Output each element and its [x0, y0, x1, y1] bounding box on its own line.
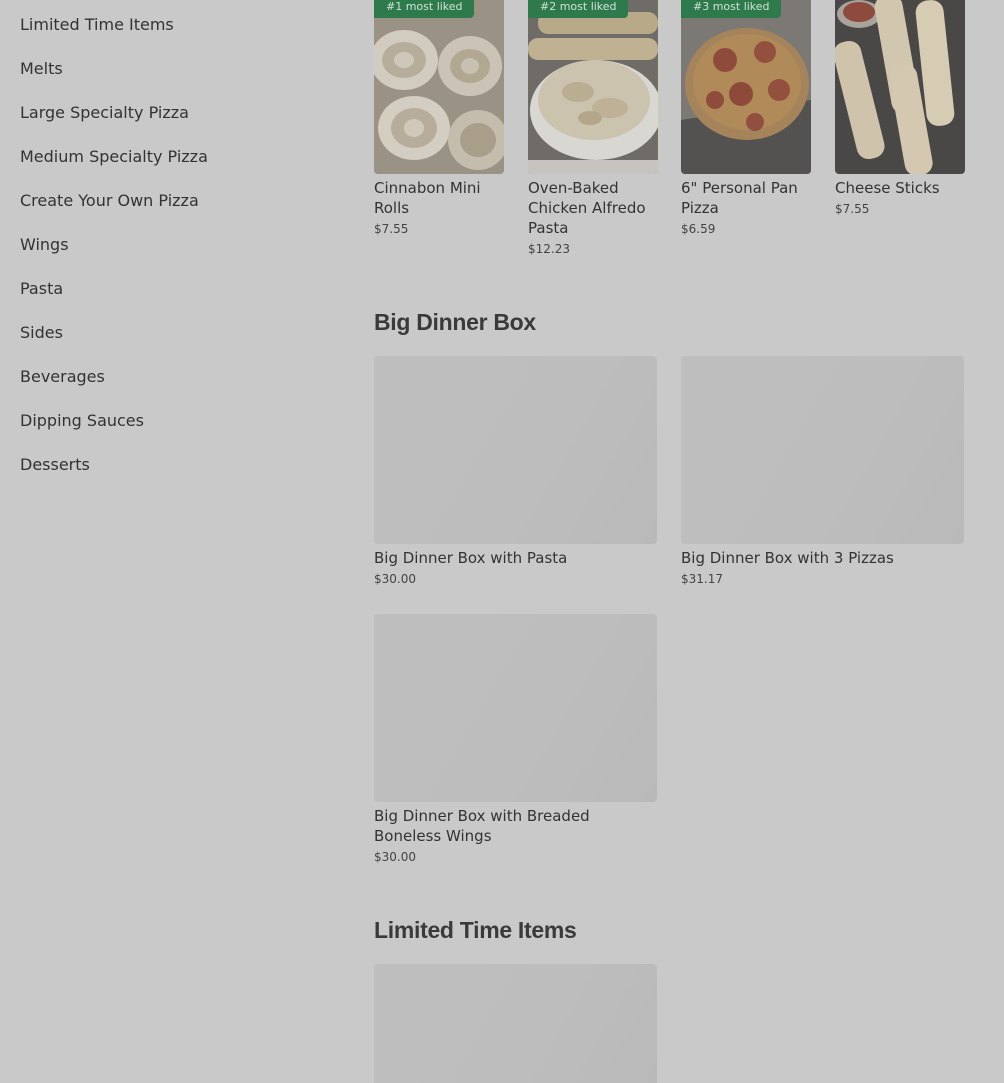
sidebar-item-melts[interactable]: Melts [20, 44, 340, 88]
sidebar-item-create-your-own-pizza[interactable]: Create Your Own Pizza [20, 176, 340, 220]
product-image: #2 most liked [528, 0, 658, 174]
product-price: $12.23 [528, 242, 570, 256]
sidebar-item-medium-specialty-pizza[interactable]: Medium Specialty Pizza [20, 132, 340, 176]
sidebar-item-sides[interactable]: Sides [20, 308, 340, 352]
product-price: $7.55 [835, 202, 870, 216]
product-card-cinnabon-mini-rolls[interactable]: #1 most liked Cinnabon Mini Rolls $7.55 [374, 0, 504, 238]
product-card-personal-pan-pizza[interactable]: #3 most liked 6" Personal Pan Pizza $6.5… [681, 0, 811, 238]
product-image-placeholder [374, 356, 657, 544]
product-title: Cinnabon Mini Rolls [374, 179, 481, 217]
product-title: Cheese Sticks [835, 179, 940, 197]
sidebar-item-limited-time-items[interactable]: Limited Time Items [20, 0, 340, 44]
product-title: 6" Personal Pan Pizza [681, 179, 798, 217]
rank-badge: #3 most liked [681, 0, 781, 18]
alfredo-pasta-image [528, 0, 658, 174]
product-image-placeholder [374, 964, 657, 1083]
product-card-cheese-sticks[interactable]: Cheese Sticks $7.55 [835, 0, 965, 218]
sidebar-item-wings[interactable]: Wings [20, 220, 340, 264]
product-image-placeholder [681, 356, 964, 544]
sidebar-item-large-specialty-pizza[interactable]: Large Specialty Pizza [20, 88, 340, 132]
product-title: Oven-Baked Chicken Alfredo Pasta [528, 179, 646, 237]
product-title: Big Dinner Box with Breaded Boneless Win… [374, 807, 590, 845]
product-card-chicken-alfredo-pasta[interactable]: #2 most liked Oven-Baked Chicken Alfredo… [528, 0, 658, 258]
product-price: $30.00 [374, 572, 416, 586]
product-image: #3 most liked [681, 0, 811, 174]
product-image: #1 most liked [374, 0, 504, 174]
cinnabon-rolls-image [374, 0, 504, 174]
product-price: $31.17 [681, 572, 723, 586]
section-title-big-dinner-box: Big Dinner Box [374, 309, 536, 335]
most-liked-row: #1 most liked Cinnabon Mini Rolls $7.55 [374, 0, 965, 270]
sidebar-item-pasta[interactable]: Pasta [20, 264, 340, 308]
menu-page: Limited Time Items Melts Large Specialty… [0, 0, 1004, 1083]
sidebar-item-beverages[interactable]: Beverages [20, 352, 340, 396]
product-card-big-dinner-box-3-pizzas[interactable]: Big Dinner Box with 3 Pizzas $31.17 [681, 356, 964, 588]
section-title-limited-time-items: Limited Time Items [374, 917, 577, 943]
sidebar-item-desserts[interactable]: Desserts [20, 440, 340, 484]
product-image-placeholder [374, 614, 657, 802]
rank-badge: #1 most liked [374, 0, 474, 18]
product-title: Big Dinner Box with Pasta [374, 549, 568, 567]
product-card-limited-time-item[interactable] [374, 964, 657, 1083]
rank-badge: #2 most liked [528, 0, 628, 18]
category-sidebar: Limited Time Items Melts Large Specialty… [20, 0, 340, 484]
product-image [835, 0, 965, 174]
product-card-big-dinner-box-pasta[interactable]: Big Dinner Box with Pasta $30.00 [374, 356, 657, 588]
product-title: Big Dinner Box with 3 Pizzas [681, 549, 894, 567]
sidebar-item-dipping-sauces[interactable]: Dipping Sauces [20, 396, 340, 440]
product-price: $6.59 [681, 222, 716, 236]
cheese-sticks-image [835, 0, 965, 174]
product-price: $7.55 [374, 222, 409, 236]
product-card-big-dinner-box-wings[interactable]: Big Dinner Box with Breaded Boneless Win… [374, 614, 657, 866]
product-price: $30.00 [374, 850, 416, 864]
pan-pizza-image [681, 0, 811, 174]
